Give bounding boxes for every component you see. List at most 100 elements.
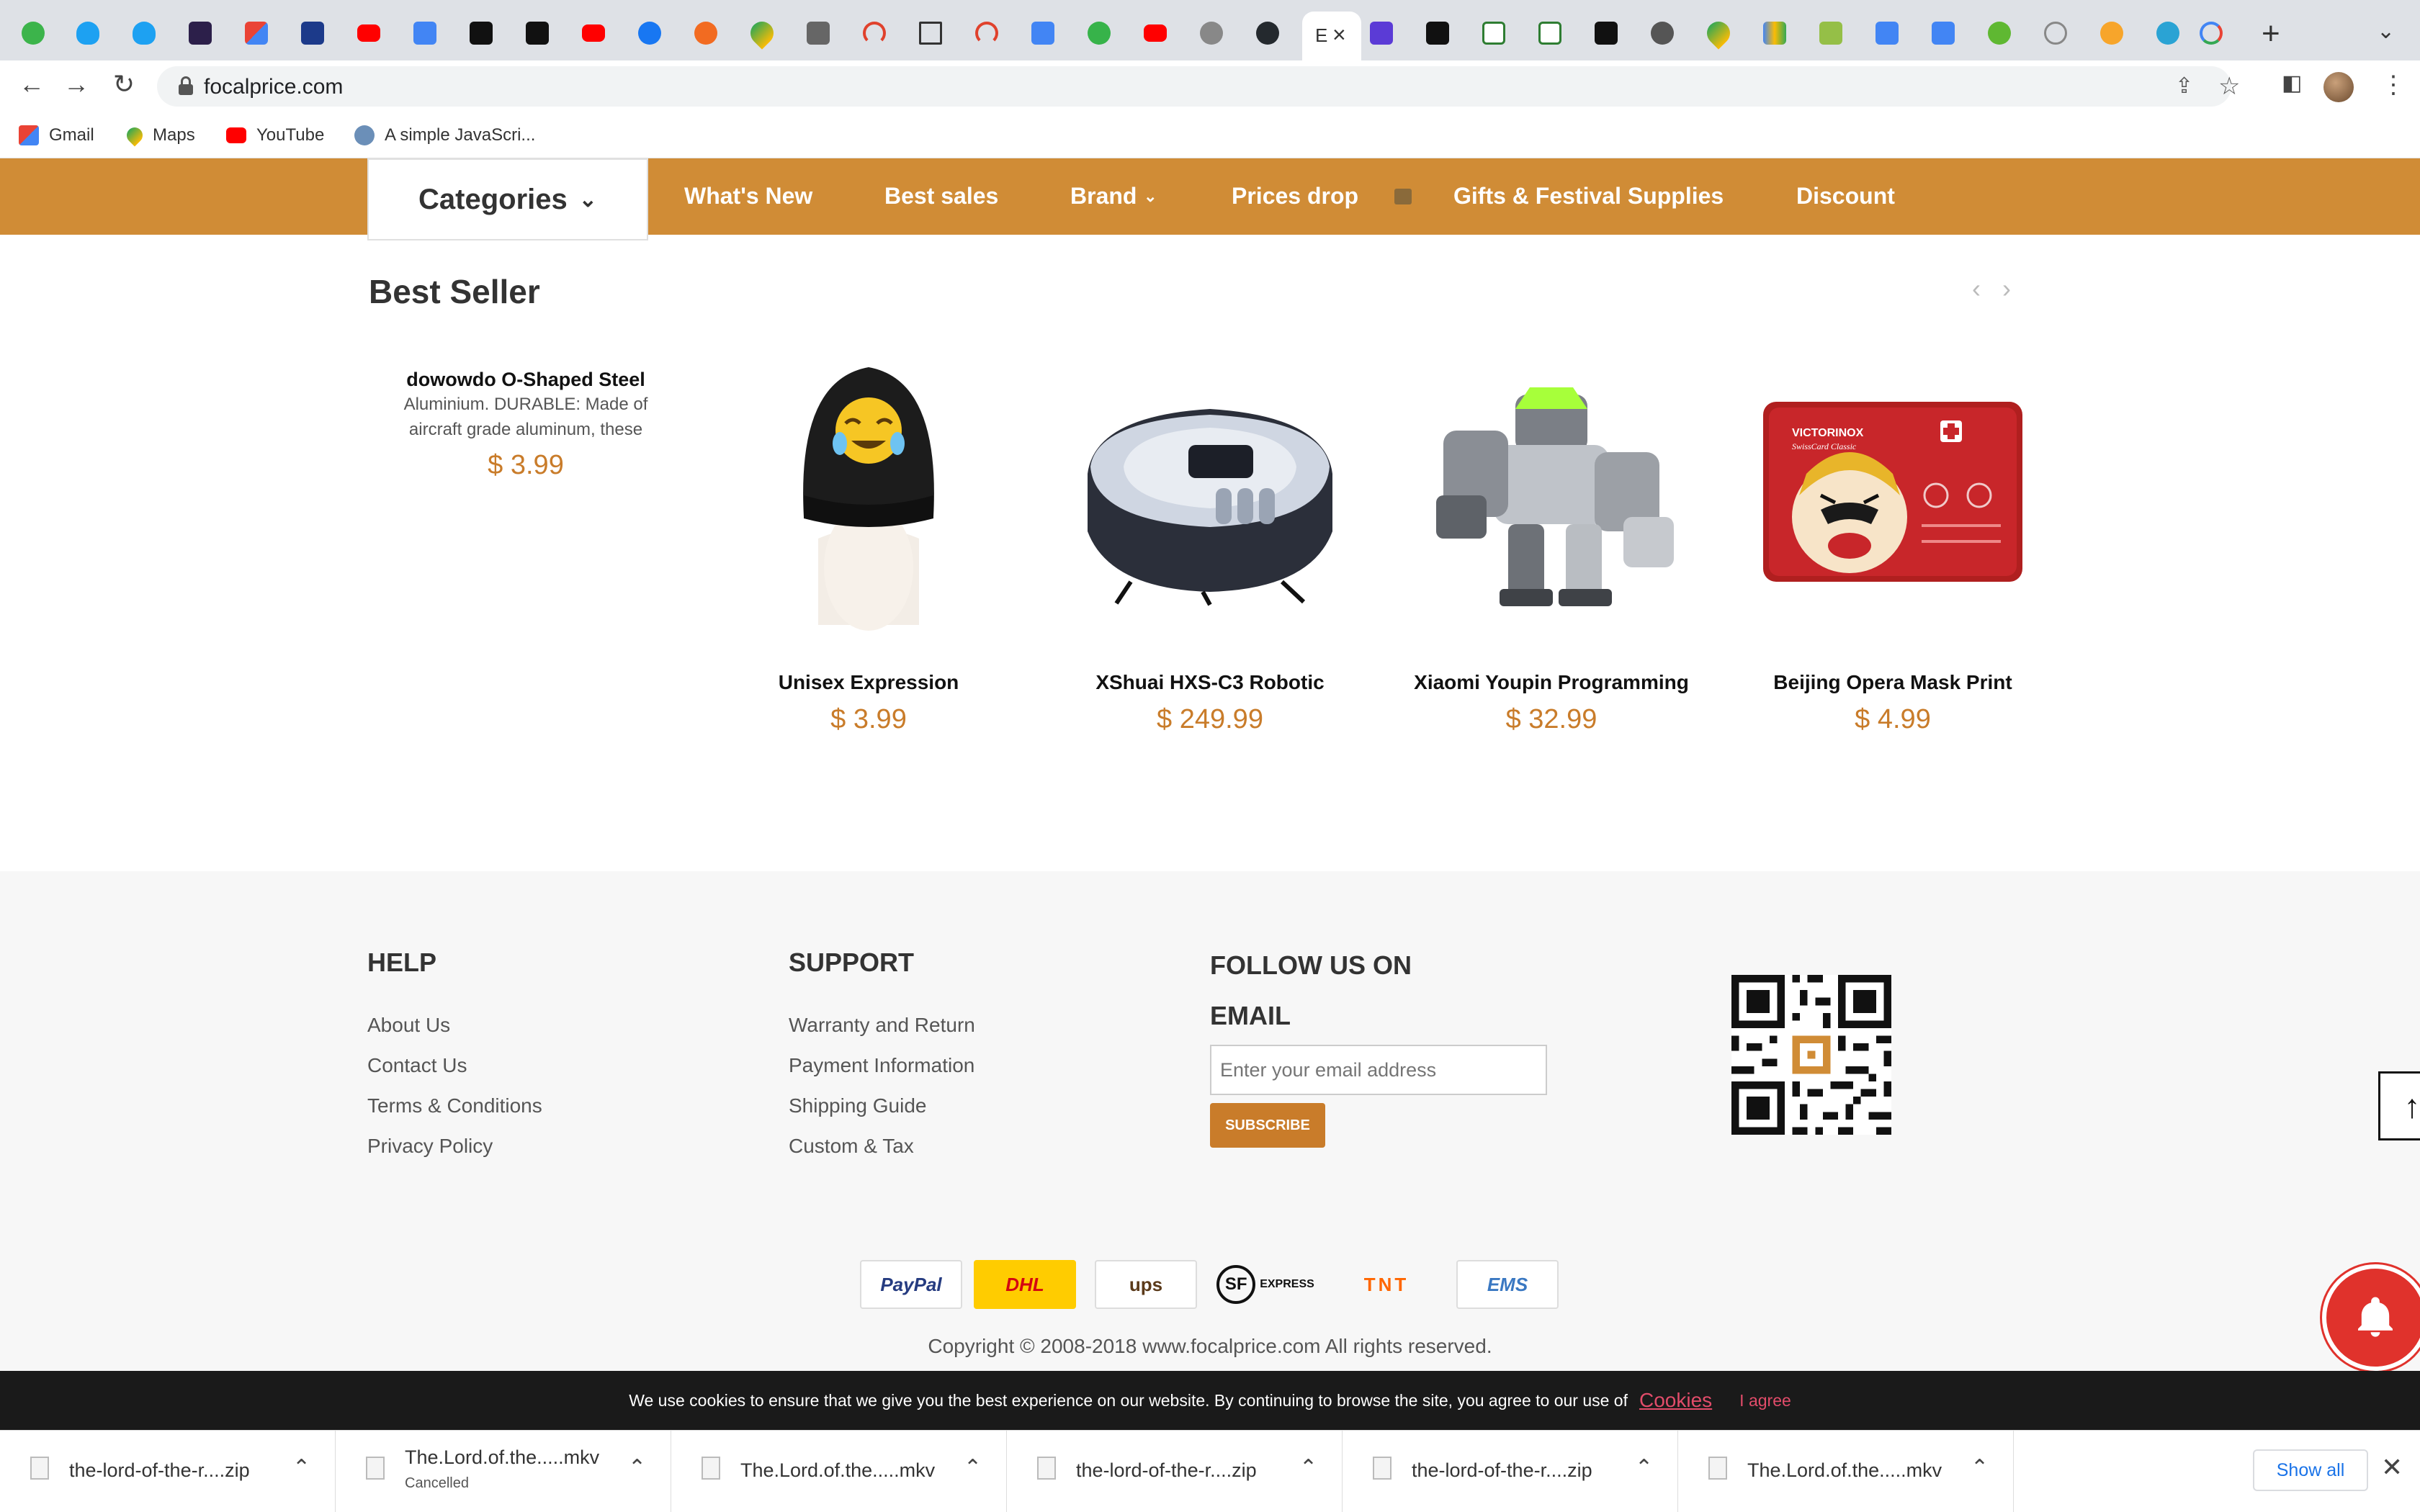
url-text[interactable]: focalprice.com <box>204 75 343 99</box>
maps-icon[interactable] <box>1702 17 1735 50</box>
footer-link-about-us[interactable]: About Us <box>367 1014 450 1037</box>
download-item[interactable]: the-lord-of-the-r....zip ⌃ <box>0 1431 336 1512</box>
footer-link-terms[interactable]: Terms & Conditions <box>367 1094 542 1117</box>
scroll-to-top-button[interactable]: ↑ <box>2378 1071 2420 1140</box>
hb-icon[interactable] <box>1426 22 1449 45</box>
download-item[interactable]: The.Lord.of.the.....mkv ⌃ <box>671 1431 1007 1512</box>
chevron-up-icon[interactable]: ⌃ <box>1299 1455 1317 1480</box>
product-card[interactable]: Unisex Expression $ 3.99 <box>717 351 1020 735</box>
youtube-icon[interactable] <box>357 24 380 42</box>
shopify-icon[interactable] <box>1819 22 1842 45</box>
product-image[interactable]: VICTORINOX SwissCard Classic <box>1749 351 2037 639</box>
bank-icon[interactable] <box>301 22 324 45</box>
globe-icon[interactable] <box>1200 22 1223 45</box>
docs-icon[interactable] <box>413 22 436 45</box>
shopping-icon[interactable] <box>1763 22 1786 45</box>
nav-whats-new[interactable]: What's New <box>684 183 812 210</box>
side-panel-icon[interactable]: ◧ <box>2282 71 2302 96</box>
carousel-next-icon[interactable]: › <box>2002 274 2011 304</box>
nav-gifts-festival[interactable]: Gifts & Festival Supplies <box>1453 183 1724 210</box>
footer-link-custom-tax[interactable]: Custom & Tax <box>789 1135 914 1158</box>
green-icon[interactable] <box>1088 22 1111 45</box>
google-icon[interactable] <box>2200 22 2223 45</box>
photos-icon[interactable] <box>807 22 830 45</box>
github-icon[interactable] <box>1256 22 1279 45</box>
menu-icon[interactable]: ⋮ <box>2381 71 2406 99</box>
product-image[interactable] <box>1066 351 1354 639</box>
globe-icon[interactable] <box>1651 22 1674 45</box>
agree-button[interactable]: I agree <box>1739 1391 1791 1410</box>
spotify-icon[interactable] <box>22 22 45 45</box>
footer-link-shipping[interactable]: Shipping Guide <box>789 1094 926 1117</box>
bookmark-youtube[interactable]: YouTube <box>226 122 324 148</box>
chevron-up-icon[interactable]: ⌃ <box>292 1455 310 1480</box>
w-icon[interactable] <box>1538 22 1561 45</box>
tab-search-icon[interactable]: ⌄ <box>2377 19 2395 44</box>
medium-icon[interactable] <box>1595 22 1618 45</box>
v-icon[interactable] <box>1988 22 2011 45</box>
chevron-down-icon[interactable]: ⌄ <box>1144 187 1157 206</box>
nav-prices-drop[interactable]: Prices drop <box>1232 183 1358 210</box>
product-image[interactable] <box>725 351 1013 639</box>
new-tab-button[interactable]: + <box>2262 16 2280 52</box>
square-icon[interactable] <box>919 22 942 45</box>
product-card[interactable]: dowowdo O-Shaped Steel Aluminium. DURABL… <box>375 369 677 481</box>
maps-icon[interactable] <box>745 17 779 50</box>
product-card[interactable]: VICTORINOX SwissCard Classic Beijing Ope… <box>1742 351 2044 735</box>
speedtest-icon[interactable] <box>975 22 998 45</box>
close-icon[interactable]: ✕ <box>2381 1452 2403 1482</box>
youtube-icon[interactable] <box>582 24 605 42</box>
speedtest-icon[interactable] <box>863 22 886 45</box>
footer-link-payment[interactable]: Payment Information <box>789 1054 974 1077</box>
fm-icon[interactable] <box>189 22 212 45</box>
hn-icon[interactable] <box>470 22 493 45</box>
footer-link-warranty[interactable]: Warranty and Return <box>789 1014 975 1037</box>
download-item[interactable]: The.Lord.of.the.....mkv Cancelled ⌃ <box>336 1431 671 1512</box>
email-field[interactable] <box>1210 1045 1547 1095</box>
active-tab[interactable]: E × <box>1302 12 1361 62</box>
video-icon[interactable] <box>2044 22 2067 45</box>
chevron-up-icon[interactable]: ⌃ <box>628 1455 646 1480</box>
cookies-link[interactable]: Cookies <box>1639 1389 1712 1412</box>
translate-icon[interactable] <box>1876 22 1899 45</box>
carousel-prev-icon[interactable]: ‹ <box>1972 274 1981 304</box>
translate-icon[interactable] <box>1932 22 1955 45</box>
chevron-up-icon[interactable]: ⌃ <box>1971 1455 1989 1480</box>
product-card[interactable]: XShuai HXS-C3 Robotic $ 249.99 <box>1059 351 1361 735</box>
footer-link-privacy[interactable]: Privacy Policy <box>367 1135 493 1158</box>
close-tab-icon[interactable]: × <box>1332 22 1346 48</box>
t-icon[interactable] <box>2156 22 2179 45</box>
nav-discount[interactable]: Discount <box>1796 183 1895 210</box>
subscribe-button[interactable]: SUBSCRIBE <box>1210 1103 1325 1148</box>
product-name[interactable]: Xiaomi Youpin Programming <box>1400 671 1703 694</box>
product-name[interactable]: Beijing Opera Mask Print <box>1742 671 2044 694</box>
vp-icon[interactable] <box>1370 22 1393 45</box>
youtube-icon[interactable] <box>1144 24 1167 42</box>
nav-best-sales[interactable]: Best sales <box>884 183 998 210</box>
product-card[interactable]: Xiaomi Youpin Programming $ 32.99 <box>1400 351 1703 735</box>
address-bar[interactable]: focalprice.com ⇪ ☆ <box>157 66 2240 107</box>
product-name[interactable]: Unisex Expression <box>717 671 1020 694</box>
twitter-icon[interactable] <box>76 22 99 45</box>
chevron-up-icon[interactable]: ⌃ <box>964 1455 982 1480</box>
bookmark-javascript[interactable]: A simple JavaScri... <box>354 122 535 148</box>
product-name[interactable]: dowowdo O-Shaped Steel <box>375 369 677 391</box>
forward-icon[interactable]: → <box>59 69 94 99</box>
gmail-icon[interactable] <box>245 22 268 45</box>
categories-dropdown[interactable]: Categories ⌄ <box>367 158 648 240</box>
facebook-icon[interactable] <box>638 22 661 45</box>
bookmark-maps[interactable]: Maps <box>123 122 195 148</box>
nav-brand[interactable]: Brand <box>1070 183 1137 210</box>
show-all-button[interactable]: Show all <box>2253 1449 2368 1491</box>
reddit-icon[interactable] <box>694 22 717 45</box>
profile-avatar[interactable] <box>2323 72 2354 102</box>
chevron-up-icon[interactable]: ⌃ <box>1635 1455 1653 1480</box>
share-icon[interactable]: ⇪ <box>2175 73 2193 99</box>
download-item[interactable]: the-lord-of-the-r....zip ⌃ <box>1343 1431 1678 1512</box>
star-icon[interactable] <box>2100 22 2123 45</box>
footer-link-contact-us[interactable]: Contact Us <box>367 1054 467 1077</box>
twitter-icon[interactable] <box>133 22 156 45</box>
lock-icon[interactable] <box>179 76 193 95</box>
hn-icon[interactable] <box>526 22 549 45</box>
product-image[interactable] <box>1407 351 1695 639</box>
